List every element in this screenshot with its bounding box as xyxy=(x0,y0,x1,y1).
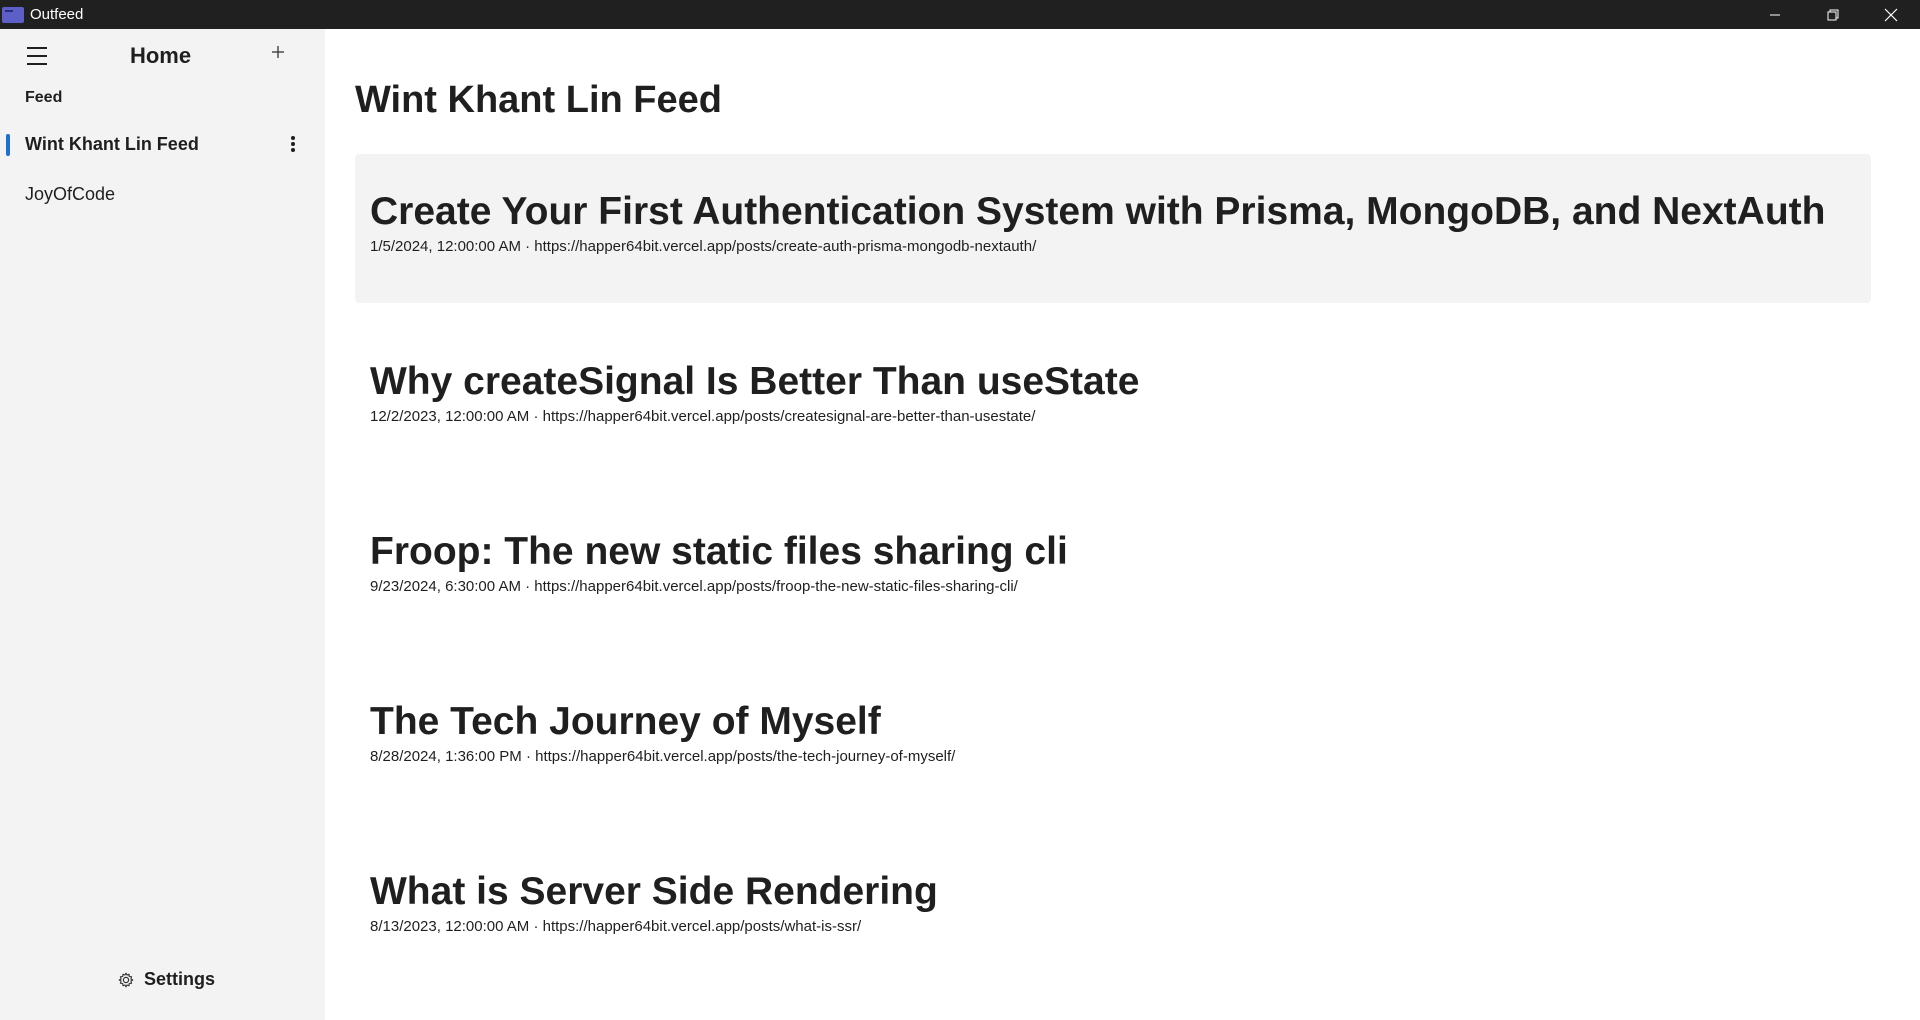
post-item[interactable]: Create Your First Authentication System … xyxy=(355,154,1871,303)
post-item[interactable]: What is Server Side Rendering 8/13/2023,… xyxy=(355,834,1871,983)
window-controls xyxy=(1746,0,1920,29)
post-meta: 8/28/2024, 1:36:00 PM · https://happer64… xyxy=(370,748,956,765)
sidebar: Home Feed Wint Khant Lin Feed JoyOfCode … xyxy=(0,29,325,1020)
minimize-icon xyxy=(1770,14,1780,15)
post-item[interactable]: Why createSignal Is Better Than useState… xyxy=(355,324,1871,473)
plus-icon xyxy=(272,46,284,58)
close-icon xyxy=(1884,8,1898,21)
sidebar-item-label: Wint Khant Lin Feed xyxy=(25,133,199,154)
sidebar-item-joyofcode[interactable]: JoyOfCode xyxy=(0,172,325,216)
title-bar: Outfeed xyxy=(0,0,1920,29)
post-meta: 8/13/2023, 12:00:00 AM · https://happer6… xyxy=(370,918,862,935)
more-options-icon[interactable] xyxy=(286,134,300,154)
gear-icon xyxy=(118,972,134,987)
post-item[interactable]: Froop: The new static files sharing cli … xyxy=(355,494,1871,643)
sidebar-item-label: JoyOfCode xyxy=(25,183,116,204)
post-meta: 1/5/2024, 12:00:00 AM · https://happer64… xyxy=(370,238,1037,255)
minimize-button[interactable] xyxy=(1746,0,1804,29)
restore-button[interactable] xyxy=(1804,0,1862,29)
app-icon xyxy=(2,6,24,23)
post-title: Why createSignal Is Better Than useState xyxy=(370,360,1140,403)
sidebar-item-wint-khant-lin-feed[interactable]: Wint Khant Lin Feed xyxy=(0,122,325,166)
post-title: Froop: The new static files sharing cli xyxy=(370,530,1068,573)
app-title: Outfeed xyxy=(30,6,84,23)
post-meta: 9/23/2024, 6:30:00 AM · https://happer64… xyxy=(370,578,1018,595)
post-title: The Tech Journey of Myself xyxy=(370,700,881,743)
feed-section-label: Feed xyxy=(25,89,63,106)
settings-button[interactable]: Settings xyxy=(118,969,215,990)
close-button[interactable] xyxy=(1862,0,1920,29)
restore-icon xyxy=(1827,9,1839,20)
page-title: Wint Khant Lin Feed xyxy=(355,79,722,121)
post-item[interactable]: The Tech Journey of Myself 8/28/2024, 1:… xyxy=(355,664,1871,813)
selection-indicator xyxy=(6,134,10,156)
post-meta: 12/2/2023, 12:00:00 AM · https://happer6… xyxy=(370,408,1036,425)
settings-label: Settings xyxy=(144,969,216,989)
post-title: Create Your First Authentication System … xyxy=(370,190,1826,233)
sidebar-header: Home xyxy=(0,29,325,81)
add-feed-button[interactable] xyxy=(268,40,288,64)
main-content: Wint Khant Lin Feed Create Your First Au… xyxy=(325,29,1920,1020)
post-title: What is Server Side Rendering xyxy=(370,870,938,913)
